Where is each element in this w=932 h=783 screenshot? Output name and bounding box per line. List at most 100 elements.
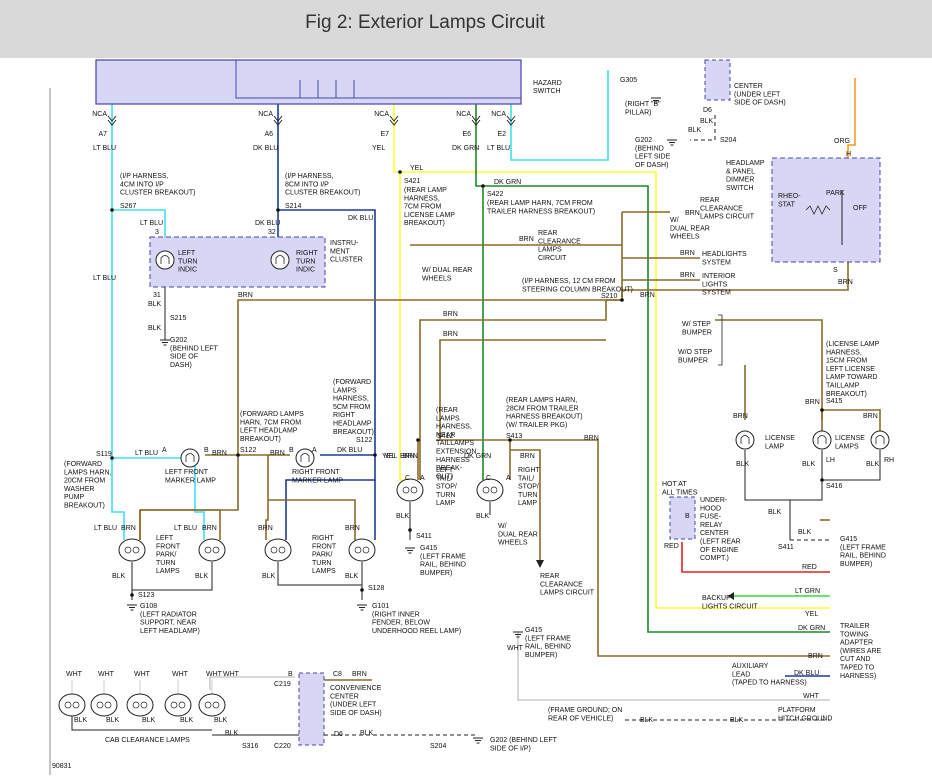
brn-label-7: BRN <box>270 450 285 457</box>
rear-lamps-harn-28cm-label: HARNESS BREAKOUT) <box>506 414 583 421</box>
g202-left-label: SIDE OF <box>170 354 198 361</box>
headlamp-switch-label: SWITCH <box>726 185 754 192</box>
ip-harness-12cm-label: (I/P HARNESS, 12 CM FROM <box>522 278 616 285</box>
s411-left-label: S411 <box>416 533 432 540</box>
s122-right-label: S122 <box>356 437 372 444</box>
pin-b-fuse: B <box>685 513 690 520</box>
blk-label-frame: BLK <box>640 717 654 724</box>
right-tail-label: STOP/ <box>518 484 539 491</box>
lt-blu-label: LT BLU <box>93 145 116 152</box>
ip-harness-4cm-label: 4CM INTO I/P <box>120 181 164 188</box>
g101-label: G101 <box>372 603 389 610</box>
splice-s214 <box>276 208 280 212</box>
dk-grn-label-2: DK GRN <box>494 179 521 186</box>
rear-clearance-circuit-label: REAR <box>700 197 719 204</box>
rheostat-label: RHEO- <box>778 193 801 200</box>
interior-lights-system-label: SYSTEM <box>702 290 731 297</box>
underhood-fuse-label: (LEFT REAR <box>700 539 741 546</box>
rear-clearance-circuit2-label: CIRCUIT <box>538 255 567 262</box>
rear-lamp-7cm-trailer-label: (REAR LAMP HARN, 7CM FROM <box>487 200 593 207</box>
left-front-park-label: PARK/ <box>156 552 177 559</box>
pin-e2-label: E2 <box>497 131 506 138</box>
right-front-park-label: LAMPS <box>312 568 336 575</box>
yel-label-4: YEL <box>805 611 818 618</box>
blk-label-bottom: BLK <box>360 730 374 737</box>
cab-clearance-lamp-4 <box>164 693 192 717</box>
w-step-bumper-label: BUMPER <box>682 329 712 336</box>
forward-lamps-7cm-label: (FORWARD LAMPS <box>240 411 304 418</box>
blk-label-lfp1: BLK <box>112 573 126 580</box>
lt-blu-label-5: LT BLU <box>174 525 197 532</box>
s267-label: S267 <box>120 203 136 210</box>
brn-label-4: BRN <box>443 331 458 338</box>
auxiliary-lead-label: (TAPED TO HARNESS) <box>732 680 807 687</box>
arrow-rear-clearance <box>536 560 544 568</box>
convenience-center-label: CONVENIENCE <box>330 685 382 692</box>
blk-label-cluster-2: BLK <box>148 325 162 332</box>
headlamp-switch-label: HEADLAMP <box>726 160 765 167</box>
blk-label-cab-1: BLK <box>74 717 88 724</box>
right-front-park-label: RIGHT <box>312 535 335 542</box>
w-dual-rear-wheels3-label: WHEELS <box>498 540 528 547</box>
underhood-fuse-label: COMPT.) <box>700 555 729 562</box>
s215-label: S215 <box>170 315 186 322</box>
pin-e6-label: E6 <box>462 131 471 138</box>
rear-lamps-harn-28cm-label: 28CM FROM TRAILER <box>506 405 579 412</box>
forward-lamps-5cm-label: 5CM FROM <box>333 404 371 411</box>
w-dual-rear-wheels3-label: DUAL REAR <box>498 531 538 538</box>
left-front-park-label: LEFT <box>156 535 174 542</box>
w-dual-rear-wheels2-label: WHEELS <box>422 275 452 282</box>
pin-a6-label: A6 <box>264 131 273 138</box>
g101-label: FENDER, BELOW <box>372 620 430 627</box>
park-label: PARK <box>826 190 845 197</box>
blk-label-cluster: BLK <box>148 301 162 308</box>
frame-ground-label: REAR OF VEHICLE) <box>548 715 613 722</box>
right-front-park-label: PARK/ <box>312 552 333 559</box>
right-front-park-label: TURN <box>312 560 331 567</box>
right-tail-label: TAIL/ <box>518 475 534 482</box>
platform-hitch-label: PLATFORM <box>778 707 816 714</box>
forward-lamps-5cm-label: LAMPS <box>333 387 357 394</box>
hazard-label: HAZARD <box>533 80 562 87</box>
g202-left-label: (BEHIND LEFT <box>170 345 219 352</box>
trailer-adapter-label: (WIRES ARE <box>840 648 882 655</box>
brn-label-3: BRN <box>443 311 458 318</box>
left-front-park-label: LAMPS <box>156 568 180 575</box>
brn-label-19: BRN <box>121 525 136 532</box>
s411-right-label: S411 <box>778 544 794 551</box>
pin-c-rt: C <box>486 475 491 482</box>
g415-right-label: (LEFT FRAME <box>840 544 886 551</box>
splice-s210 <box>620 298 624 302</box>
wires-layer <box>71 70 881 736</box>
g415-mid-label: (LEFT FRAME <box>525 635 571 642</box>
underhood-fuse-label: OF ENGINE <box>700 547 739 554</box>
s122-left-label: S122 <box>240 447 256 454</box>
hot-at-all-times-label: HOT AT <box>662 481 687 488</box>
g202-top-label: OF DASH) <box>635 162 668 169</box>
g415-left-label: G415 <box>420 545 437 552</box>
brn-label: BRN <box>838 279 853 286</box>
backup-lights-label: BACKUP <box>702 595 731 602</box>
dk-blu-label: DK BLU <box>253 145 278 152</box>
convenience-center-label: (UNDER LEFT <box>330 702 377 709</box>
convenience-center-top <box>704 59 731 101</box>
blk-label-cab-2: BLK <box>106 717 120 724</box>
left-front-park-lamp-1 <box>118 538 146 562</box>
left-turn-indicator-lamp <box>155 250 175 270</box>
s214-label: S214 <box>285 203 301 210</box>
splice-s421 <box>398 170 402 174</box>
splice-s411-left <box>408 528 412 532</box>
pin-b-rfm: B <box>289 447 294 454</box>
step-bumper-bracket <box>718 314 723 366</box>
left-tail-lamp <box>396 478 424 502</box>
underhood-fuse-label: RELAY <box>700 522 723 529</box>
orange-label: ORG <box>834 138 850 145</box>
license-lamps-label: LAMPS <box>835 443 859 450</box>
right-tail-label: RIGHT <box>518 467 541 474</box>
brn-label-20: BRN <box>202 525 217 532</box>
s412-label: S412 <box>437 433 453 440</box>
brn-label-16: BRN <box>733 413 748 420</box>
connector-nca-label: NCA <box>456 111 471 118</box>
splice-s267 <box>110 208 114 212</box>
right-turn-indic-label: RIGHT <box>296 250 319 257</box>
